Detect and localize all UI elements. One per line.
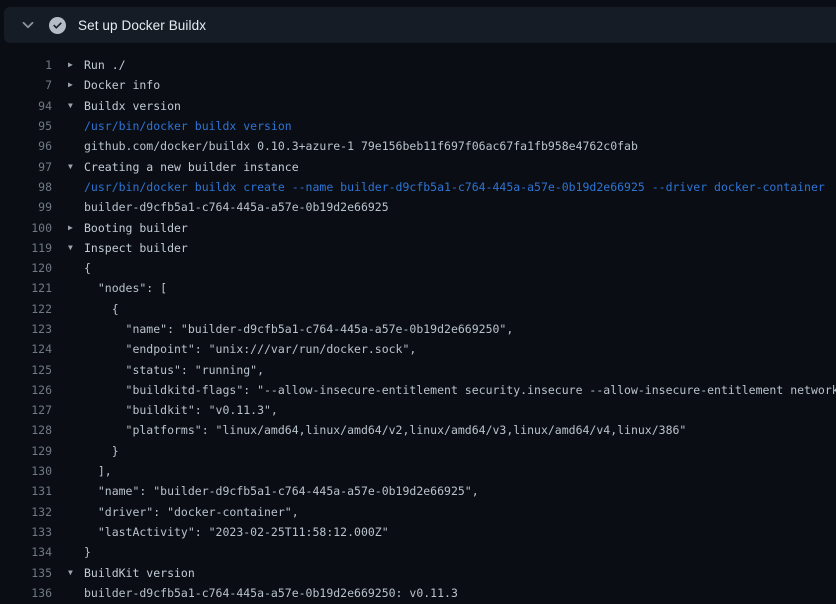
log-group-row[interactable]: 135 ▼ BuildKit version (0, 562, 836, 582)
log-line-row: 131 "name": "builder-d9cfb5a1-c764-445a-… (0, 481, 836, 501)
log-line-row: 99 builder-d9cfb5a1-c764-445a-a57e-0b19d2… (0, 197, 836, 217)
log-text: } (84, 444, 119, 458)
line-number[interactable]: 122 (0, 302, 52, 316)
log-line-row: 98/usr/bin/docker buildx create --name b… (0, 177, 836, 197)
line-number[interactable]: 120 (0, 261, 52, 275)
line-number[interactable]: 136 (0, 586, 52, 600)
log-text: "name": "builder-d9cfb5a1-c764-445a-a57e… (84, 484, 479, 498)
group-label: Creating a new builder instance (84, 160, 299, 174)
log-text: "nodes": [ (84, 281, 167, 295)
log-text: { (84, 261, 91, 275)
log-text: { (84, 302, 119, 316)
log-group-row[interactable]: 100 ▶ Booting builder (0, 217, 836, 237)
log-group-row[interactable]: 7 ▶ Docker info (0, 75, 836, 95)
line-number[interactable]: 133 (0, 525, 52, 539)
log-text: "buildkit": "v0.11.3", (84, 403, 278, 417)
log-group-row[interactable]: 1 ▶ Run ./ (0, 55, 836, 75)
group-expanded-triangle-icon[interactable]: ▼ (68, 102, 80, 110)
line-number[interactable]: 94 (0, 99, 52, 113)
log-line-row: 121 "nodes": [ (0, 278, 836, 298)
log-line-row: 127 "buildkit": "v0.11.3", (0, 400, 836, 420)
collapse-step-chevron-down-icon[interactable] (16, 13, 40, 37)
log-group-row[interactable]: 94 ▼ Buildx version (0, 96, 836, 116)
log-text: "endpoint": "unix:///var/run/docker.sock… (84, 342, 416, 356)
log-line-row: 129 } (0, 441, 836, 461)
log-text: "driver": "docker-container", (84, 505, 299, 519)
step-title: Set up Docker Buildx (78, 18, 206, 33)
line-number[interactable]: 1 (0, 58, 52, 72)
log-line-row: 128 "platforms": "linux/amd64,linux/amd6… (0, 420, 836, 440)
line-number[interactable]: 96 (0, 139, 52, 153)
group-label: Inspect builder (84, 241, 188, 255)
group-expanded-triangle-icon[interactable]: ▼ (68, 569, 80, 577)
line-number[interactable]: 131 (0, 484, 52, 498)
group-label: Buildx version (84, 99, 181, 113)
line-number[interactable]: 119 (0, 241, 52, 255)
log-group-row[interactable]: 119 ▼ Inspect builder (0, 238, 836, 258)
group-collapsed-triangle-icon[interactable]: ▶ (68, 61, 80, 69)
group-expanded-triangle-icon[interactable]: ▼ (68, 163, 80, 171)
log-line-row: 124 "endpoint": "unix:///var/run/docker.… (0, 339, 836, 359)
line-number[interactable]: 130 (0, 464, 52, 478)
log-line-row: 126 "buildkitd-flags": "--allow-insecure… (0, 380, 836, 400)
log-text: "name": "builder-d9cfb5a1-c764-445a-a57e… (84, 322, 513, 336)
group-collapsed-triangle-icon[interactable]: ▶ (68, 81, 80, 89)
line-number[interactable]: 124 (0, 342, 52, 356)
line-number[interactable]: 128 (0, 423, 52, 437)
line-number[interactable]: 99 (0, 200, 52, 214)
line-number[interactable]: 7 (0, 78, 52, 92)
group-label: Run ./ (84, 58, 126, 72)
group-label: Docker info (84, 78, 160, 92)
group-label: Booting builder (84, 221, 188, 235)
log-line-row: 136 builder-d9cfb5a1-c764-445a-a57e-0b19d… (0, 583, 836, 603)
line-number[interactable]: 132 (0, 505, 52, 519)
log-line-row: 122 { (0, 299, 836, 319)
group-collapsed-triangle-icon[interactable]: ▶ (68, 224, 80, 232)
log-text: } (84, 545, 91, 559)
step-success-check-circle-icon (48, 16, 66, 34)
log-line-row: 96 github.com/docker/buildx 0.10.3+azure-… (0, 136, 836, 156)
log-text: github.com/docker/buildx 0.10.3+azure-1 … (84, 139, 638, 153)
log-text: "buildkitd-flags": "--allow-insecure-ent… (84, 383, 836, 397)
command-text: /usr/bin/docker buildx version (84, 119, 292, 133)
log-line-row: 132 "driver": "docker-container", (0, 502, 836, 522)
line-number[interactable]: 134 (0, 545, 52, 559)
line-number[interactable]: 129 (0, 444, 52, 458)
step-header[interactable]: Set up Docker Buildx (4, 7, 836, 43)
group-label: BuildKit version (84, 566, 195, 580)
log-text: "status": "running", (84, 363, 264, 377)
line-number[interactable]: 100 (0, 221, 52, 235)
log-text: "platforms": "linux/amd64,linux/amd64/v2… (84, 423, 686, 437)
log-text: builder-d9cfb5a1-c764-445a-a57e-0b19d2e6… (84, 200, 389, 214)
line-number[interactable]: 121 (0, 281, 52, 295)
log-output: 1 ▶ Run ./ 7 ▶ Docker info 94 ▼ Buildx version 95… (0, 43, 836, 604)
log-line-row: 95/usr/bin/docker buildx version (0, 116, 836, 136)
group-expanded-triangle-icon[interactable]: ▼ (68, 244, 80, 252)
command-text: /usr/bin/docker buildx create --name bui… (84, 180, 825, 194)
log-line-row: 123 "name": "builder-d9cfb5a1-c764-445a-… (0, 319, 836, 339)
log-text: "lastActivity": "2023-02-25T11:58:12.000… (84, 525, 389, 539)
log-line-row: 125 "status": "running", (0, 359, 836, 379)
log-line-row: 134} (0, 542, 836, 562)
log-text: ], (84, 464, 112, 478)
line-number[interactable]: 98 (0, 180, 52, 194)
log-line-row: 130 ], (0, 461, 836, 481)
line-number[interactable]: 123 (0, 322, 52, 336)
line-number[interactable]: 95 (0, 119, 52, 133)
log-group-row[interactable]: 97 ▼ Creating a new builder instance (0, 156, 836, 176)
line-number[interactable]: 126 (0, 383, 52, 397)
line-number[interactable]: 135 (0, 566, 52, 580)
log-line-row: 120 { (0, 258, 836, 278)
log-line-row: 133 "lastActivity": "2023-02-25T11:58:12… (0, 522, 836, 542)
line-number[interactable]: 97 (0, 160, 52, 174)
line-number[interactable]: 125 (0, 363, 52, 377)
log-text: builder-d9cfb5a1-c764-445a-a57e-0b19d2e6… (84, 586, 458, 600)
line-number[interactable]: 127 (0, 403, 52, 417)
